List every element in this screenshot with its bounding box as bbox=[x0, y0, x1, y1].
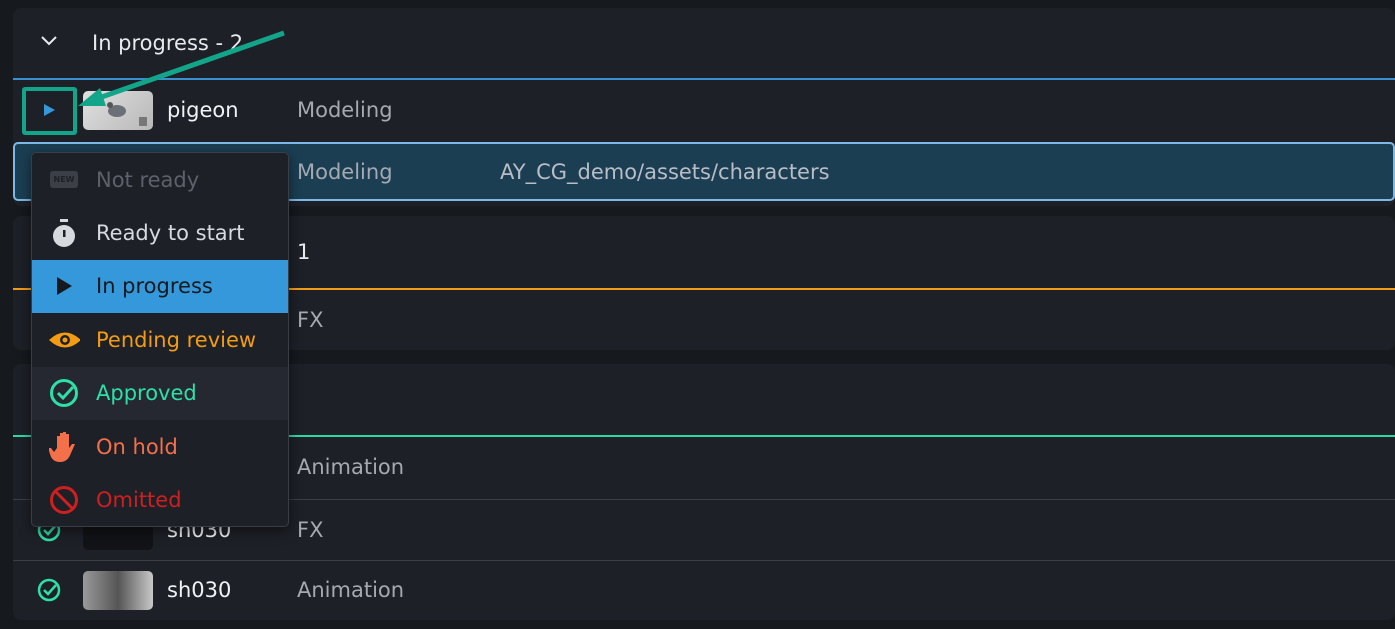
row-task: Modeling bbox=[297, 159, 393, 184]
menu-item-on-hold[interactable]: On hold bbox=[32, 420, 288, 473]
table-row[interactable]: sh030 Animation bbox=[13, 560, 1395, 620]
hand-icon bbox=[48, 431, 80, 463]
check-circle-icon bbox=[48, 377, 80, 409]
row-task: Animation bbox=[297, 578, 405, 602]
ban-icon bbox=[48, 484, 80, 516]
status-dropdown: NEW Not ready Ready to start In progress… bbox=[31, 152, 289, 527]
thumbnail bbox=[83, 570, 153, 610]
new-badge-icon: NEW bbox=[48, 164, 80, 196]
menu-item-in-progress[interactable]: In progress bbox=[32, 259, 288, 314]
play-icon bbox=[48, 270, 80, 302]
row-task: FX bbox=[297, 518, 324, 542]
stopwatch-icon bbox=[48, 217, 80, 249]
check-circle-icon[interactable] bbox=[35, 576, 63, 604]
row-path: AY_CG_demo/assets/characters bbox=[500, 159, 830, 184]
menu-item-not-ready[interactable]: NEW Not ready bbox=[32, 153, 288, 206]
row-task: Animation bbox=[297, 455, 405, 479]
eye-icon bbox=[48, 324, 80, 356]
menu-item-pending-review[interactable]: Pending review bbox=[32, 313, 288, 366]
row-task: FX bbox=[297, 308, 324, 332]
menu-item-omitted[interactable]: Omitted bbox=[32, 473, 288, 526]
menu-item-approved[interactable]: Approved bbox=[32, 366, 288, 420]
row-name: sh030 bbox=[167, 578, 232, 602]
annotation-arrow-icon bbox=[78, 30, 285, 106]
row-task: Modeling bbox=[297, 98, 393, 122]
group-title: 1 bbox=[297, 240, 311, 264]
menu-item-ready-to-start[interactable]: Ready to start bbox=[32, 206, 288, 259]
